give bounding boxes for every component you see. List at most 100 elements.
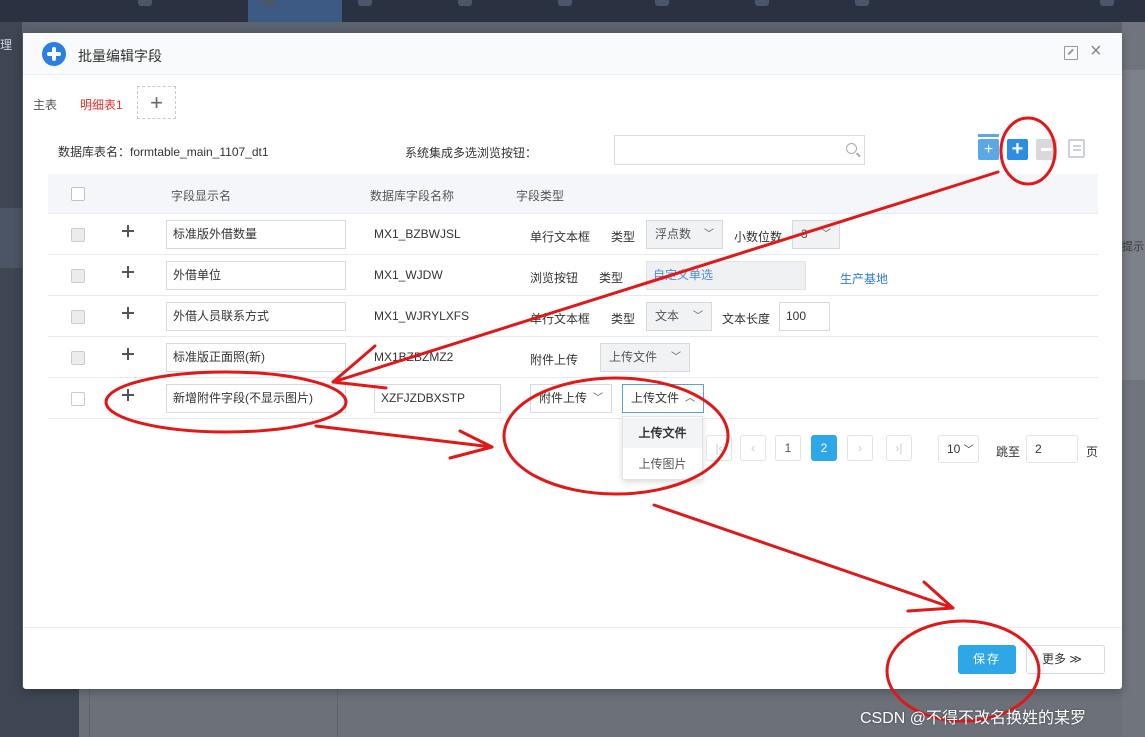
type-select[interactable]: 浮点数 ﹀ bbox=[646, 220, 723, 249]
batch-edit-dialog: 批量编辑字段 × 主表 明细表1 + 数据库表名：formtable_main_… bbox=[23, 33, 1122, 689]
copy-row-icon[interactable] bbox=[1068, 139, 1085, 158]
jump-to-page-input[interactable]: 2 bbox=[1026, 435, 1078, 463]
dropdown-option-upload-file[interactable]: 上传文件 bbox=[623, 418, 702, 448]
dialog-title: 批量编辑字段 bbox=[78, 48, 162, 64]
table-row: 标准版正面照(新) MX1BZBZMZ2 附件上传 上传文件 ﹀ bbox=[48, 337, 1098, 378]
dialog-footer: 保存 更多 ≫ bbox=[23, 627, 1122, 689]
field-type-select[interactable]: 附件上传 ﹀ bbox=[530, 384, 612, 413]
decimal-places-select[interactable]: 3 ﹀ bbox=[792, 220, 840, 249]
chevron-down-icon: ﹀ bbox=[593, 393, 603, 404]
drag-handle-icon[interactable] bbox=[122, 348, 134, 360]
browse-search-input[interactable] bbox=[619, 140, 834, 160]
maximize-icon[interactable] bbox=[1064, 46, 1078, 60]
upload-type-dropdown: 上传文件 上传图片 bbox=[622, 416, 703, 480]
table-row: 外借单位 MX1_WJDW 浏览按钮 类型 自定义单选 生产基地 bbox=[48, 255, 1098, 296]
app-logo-icon bbox=[42, 42, 66, 66]
save-button[interactable]: 保存 bbox=[958, 645, 1016, 674]
dropdown-option-upload-image[interactable]: 上传图片 bbox=[623, 449, 702, 479]
background-cell bbox=[89, 688, 90, 737]
chevron-up-icon: ︿ bbox=[685, 393, 695, 404]
copy-add-row-icon[interactable] bbox=[978, 134, 999, 160]
table-row-new: 新增附件字段(不显示图片) XZFJZDBXSTP 附件上传 ﹀ 上传文件 ︿ bbox=[48, 378, 1098, 419]
background-icon bbox=[138, 0, 152, 6]
double-chevron-right-icon: ≫ bbox=[1069, 652, 1082, 666]
db-field-name-input[interactable]: XZFJZDBXSTP bbox=[374, 384, 501, 413]
more-button[interactable]: 更多 ≫ bbox=[1026, 645, 1105, 674]
field-display-name-input[interactable]: 标准版正面照(新) bbox=[166, 343, 346, 372]
db-field-name: MX1_WJDW bbox=[374, 268, 443, 282]
next-page-button[interactable]: › bbox=[847, 435, 873, 461]
type-select[interactable]: 文本 ﹀ bbox=[646, 302, 712, 331]
chevron-down-icon: ﹀ bbox=[693, 311, 703, 322]
background-right-panel: 提示 bbox=[1122, 22, 1145, 737]
background-right-text: 提示 bbox=[1122, 241, 1144, 253]
search-icon[interactable] bbox=[846, 143, 857, 154]
table-row: 标准版外借数量 MX1_BZBWJSL 单行文本框 类型 浮点数 ﹀ 小数位数 3… bbox=[48, 214, 1098, 255]
drag-handle-icon[interactable] bbox=[122, 266, 134, 278]
browse-search-field[interactable] bbox=[614, 135, 865, 165]
text-length-label: 文本长度 bbox=[722, 312, 771, 326]
type-label: 类型 bbox=[611, 230, 636, 244]
first-page-button[interactable]: |‹ bbox=[706, 435, 732, 461]
row-checkbox[interactable] bbox=[71, 269, 85, 283]
prev-page-button[interactable]: ‹ bbox=[740, 435, 766, 461]
decimal-places-label: 小数位数 bbox=[734, 230, 783, 244]
upload-type-select[interactable]: 上传文件 ﹀ bbox=[600, 343, 690, 372]
delete-row-icon[interactable] bbox=[1036, 139, 1057, 160]
background-icon bbox=[855, 0, 869, 6]
upload-type-select[interactable]: 上传文件 ︿ bbox=[622, 384, 704, 413]
field-type-value: 附件上传 bbox=[539, 391, 588, 405]
close-icon[interactable]: × bbox=[1090, 41, 1102, 61]
background-right-column bbox=[1122, 70, 1145, 380]
more-button-label: 更多 bbox=[1042, 652, 1067, 666]
page-button-1[interactable]: 1 bbox=[775, 435, 801, 461]
drag-handle-icon[interactable] bbox=[122, 389, 134, 401]
drag-handle-icon[interactable] bbox=[122, 307, 134, 319]
type-label: 类型 bbox=[599, 271, 624, 285]
column-header-field-type: 字段类型 bbox=[516, 189, 565, 203]
upload-type-value: 上传文件 bbox=[631, 391, 680, 405]
field-display-name-input[interactable]: 外借单位 bbox=[166, 261, 346, 290]
browse-source-link[interactable]: 生产基地 bbox=[840, 270, 888, 287]
db-field-name: MX1_WJRYLXFS bbox=[374, 309, 470, 323]
type-select-value: 文本 bbox=[655, 309, 680, 323]
background-icon bbox=[755, 0, 769, 6]
text-length-input[interactable]: 100 bbox=[779, 302, 830, 331]
drag-handle-icon[interactable] bbox=[122, 225, 134, 237]
row-checkbox[interactable] bbox=[71, 310, 85, 324]
column-header-db-field: 数据库字段名称 bbox=[370, 189, 455, 203]
background-left-highlight bbox=[0, 208, 22, 268]
field-display-name-input[interactable]: 新增附件字段(不显示图片) bbox=[166, 384, 346, 413]
add-tab-button[interactable]: + bbox=[137, 86, 176, 119]
chevron-down-icon: ﹀ bbox=[821, 229, 831, 240]
upload-type-value: 上传文件 bbox=[609, 350, 658, 364]
tab-detail-table-1[interactable]: 明细表1 bbox=[80, 96, 123, 113]
field-type: 浏览按钮 bbox=[530, 271, 579, 285]
chevron-down-icon: ﹀ bbox=[963, 445, 974, 456]
tab-main-table[interactable]: 主表 bbox=[33, 96, 57, 113]
last-page-button[interactable]: ›| bbox=[886, 435, 912, 461]
background-left-text: 理 bbox=[0, 38, 13, 52]
background-cell bbox=[337, 688, 338, 737]
background-icon bbox=[558, 0, 572, 6]
background-icon bbox=[458, 0, 472, 6]
field-type: 单行文本框 bbox=[530, 312, 591, 326]
field-display-name-input[interactable]: 外借人员联系方式 bbox=[166, 302, 346, 331]
row-checkbox[interactable] bbox=[71, 392, 85, 406]
type-label: 类型 bbox=[611, 312, 636, 326]
field-type: 单行文本框 bbox=[530, 230, 591, 244]
browse-type-value[interactable]: 自定义单选 bbox=[646, 261, 806, 290]
database-table-name: 数据库表名：formtable_main_1107_dt1 bbox=[58, 145, 269, 159]
field-display-name-input[interactable]: 标准版外借数量 bbox=[166, 220, 346, 249]
add-row-button[interactable]: + bbox=[1007, 139, 1028, 160]
background-icon bbox=[655, 0, 669, 6]
db-field-name: MX1_BZBWJSL bbox=[374, 227, 461, 241]
row-checkbox[interactable] bbox=[71, 351, 85, 365]
select-all-checkbox[interactable] bbox=[71, 187, 85, 201]
page-button-2[interactable]: 2 bbox=[811, 435, 837, 461]
dialog-header: 批量编辑字段 × bbox=[23, 33, 1122, 75]
page-size-select[interactable]: 10 ﹀ bbox=[938, 435, 979, 463]
field-type: 附件上传 bbox=[530, 353, 579, 367]
browse-button-label: 系统集成多选浏览按钮： bbox=[405, 146, 538, 160]
row-checkbox[interactable] bbox=[71, 228, 85, 242]
